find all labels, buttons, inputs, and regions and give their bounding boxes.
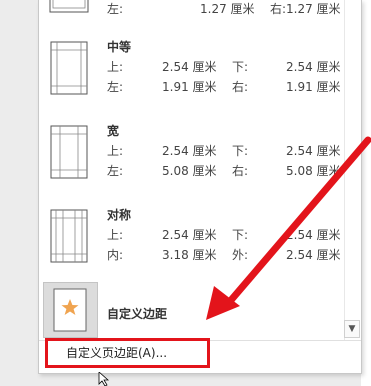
left-label: 左:	[107, 164, 124, 178]
inside-value: 3.18 厘米	[162, 248, 217, 262]
scroll-down-button[interactable]: ▼	[344, 320, 360, 338]
preset-name: 对称	[107, 208, 132, 222]
outside-label: 外:	[232, 248, 249, 262]
top-label: 上:	[107, 60, 124, 74]
preset-wide[interactable]: 宽 上: 2.54 厘米 下: 2.54 厘米 左: 5.08 厘米 右: 5.…	[39, 114, 344, 186]
bottom-label: 下:	[232, 144, 249, 158]
page-thumbnail-icon	[53, 288, 87, 332]
document-page-edge	[361, 0, 371, 386]
preset-name: 中等	[107, 40, 132, 54]
custom-preset-thumbnail[interactable]	[43, 282, 98, 338]
right-label: 右:	[270, 2, 287, 16]
page-thumbnail-icon	[50, 41, 88, 95]
bottom-value: 2.54 厘米	[286, 228, 341, 242]
top-value: 2.54 厘米	[162, 144, 217, 158]
preset-name: 宽	[107, 124, 120, 138]
bottom-value: 2.54 厘米	[286, 144, 341, 158]
preset-mirrored[interactable]: 对称 上: 2.54 厘米 下: 2.54 厘米 内: 3.18 厘米 外: 2…	[39, 198, 344, 270]
preset-medium[interactable]: 中等 上: 2.54 厘米 下: 2.54 厘米 左: 1.91 厘米 右: 1…	[39, 30, 344, 102]
page-thumbnail-icon	[49, 0, 89, 13]
page-thumbnail-icon	[50, 125, 88, 179]
right-label: 右:	[232, 80, 249, 94]
bottom-label: 下:	[232, 228, 249, 242]
right-value: 5.08 厘米	[286, 164, 341, 178]
top-label: 上:	[107, 144, 124, 158]
custom-preset-name[interactable]: 自定义边距	[107, 305, 167, 322]
bottom-value: 2.54 厘米	[286, 60, 341, 74]
right-value: 1.27 厘米	[286, 2, 341, 16]
left-value: 1.27 厘米	[200, 2, 255, 16]
left-label: 左:	[107, 2, 124, 16]
chevron-down-icon: ▼	[348, 324, 356, 334]
right-value: 1.91 厘米	[286, 80, 341, 94]
right-label: 右:	[232, 164, 249, 178]
bottom-label: 下:	[232, 60, 249, 74]
inside-label: 内:	[107, 248, 124, 262]
left-label: 左:	[107, 80, 124, 94]
margins-preset-list: 左: 1.27 厘米 右: 1.27 厘米 中等 上: 2.54 厘米 下: 2…	[39, 0, 344, 340]
preset-narrow-partial[interactable]: 左: 1.27 厘米 右: 1.27 厘米	[39, 0, 344, 18]
custom-margins-label: 自定义页边距(A)...	[66, 346, 168, 360]
left-value: 1.91 厘米	[162, 80, 217, 94]
page-thumbnail-icon	[50, 209, 88, 263]
top-value: 2.54 厘米	[162, 60, 217, 74]
custom-margins-button[interactable]: 自定义页边距(A)...	[45, 338, 210, 368]
margins-dropdown-menu: 左: 1.27 厘米 右: 1.27 厘米 中等 上: 2.54 厘米 下: 2…	[38, 0, 362, 374]
outside-value: 2.54 厘米	[286, 248, 341, 262]
top-value: 2.54 厘米	[162, 228, 217, 242]
left-value: 5.08 厘米	[162, 164, 217, 178]
top-label: 上:	[107, 228, 124, 242]
mouse-cursor-icon	[98, 372, 109, 386]
preset-list-scrollbar[interactable]	[344, 0, 361, 340]
